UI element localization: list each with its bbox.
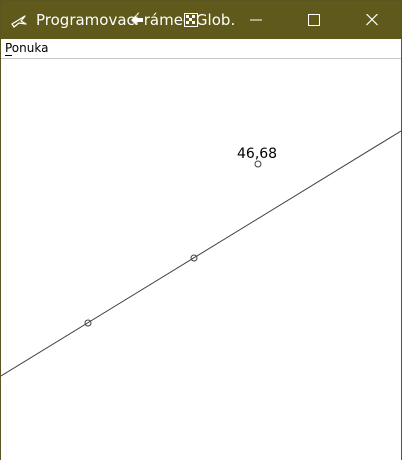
menu-item-ponuka[interactable]: Ponuka — [5, 41, 48, 56]
minimize-icon — [250, 19, 262, 21]
drawing-canvas[interactable]: 46,68 — [1, 59, 401, 460]
minimize-button[interactable] — [227, 1, 285, 39]
checkered-icon — [184, 12, 198, 27]
left-arrow-icon — [130, 12, 144, 26]
maximize-button[interactable] — [285, 1, 343, 39]
diagonal-line — [1, 130, 401, 377]
close-button[interactable] — [343, 1, 401, 39]
mnemonic-underline — [5, 55, 12, 56]
bird-icon[interactable] — [10, 11, 28, 29]
menu-bar: Ponuka — [1, 39, 401, 59]
point-value-label: 46,68 — [237, 146, 278, 162]
title-bar[interactable]: Programovací rámec Glob… — [1, 1, 401, 39]
canvas-drawing — [1, 130, 401, 377]
close-icon — [366, 14, 378, 26]
app-window: Programovací rámec Glob… — [0, 0, 402, 460]
maximize-icon — [308, 14, 320, 26]
menu-item-label: Ponuka — [5, 41, 49, 55]
